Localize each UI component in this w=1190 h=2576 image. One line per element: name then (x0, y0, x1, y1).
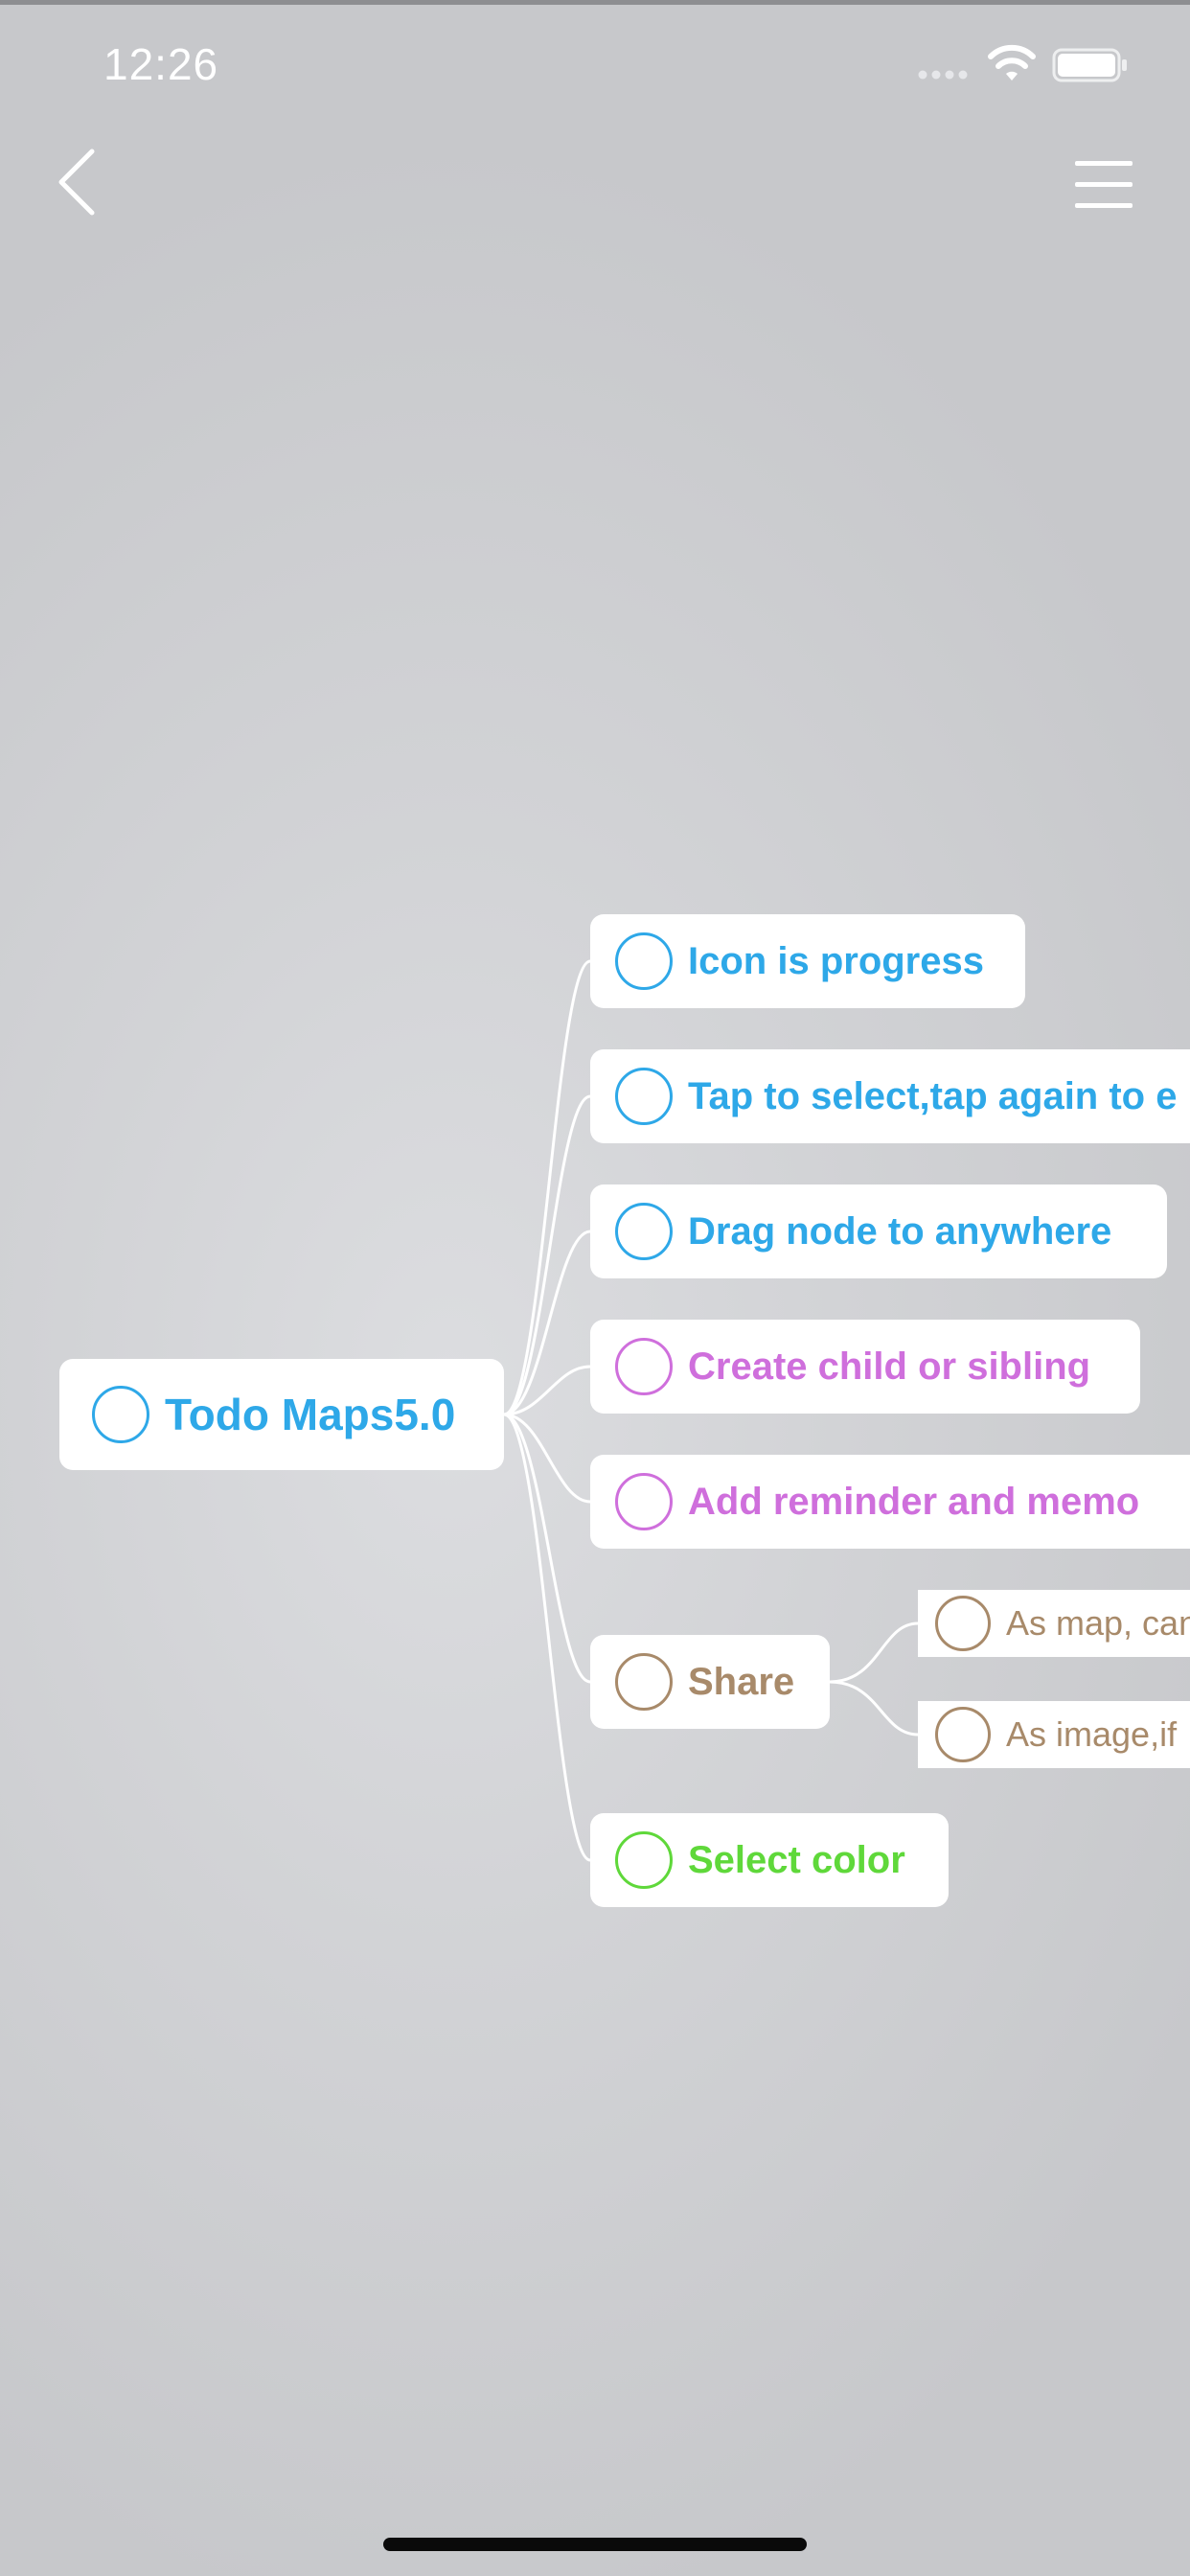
connector-branch-5 (503, 1413, 591, 1504)
progress-ring-icon (615, 1203, 673, 1260)
node-label: Share (688, 1660, 795, 1703)
branch-node-icon-progress[interactable]: Icon is progress (590, 914, 1025, 1008)
connector-branch-1 (503, 959, 591, 1416)
node-label: Select color (688, 1838, 905, 1881)
hamburger-menu-icon (1075, 161, 1133, 208)
branch-node-create-child[interactable]: Create child or sibling (590, 1320, 1140, 1414)
share-child-node-as-map[interactable]: As map, can (918, 1590, 1190, 1657)
progress-ring-icon (935, 1707, 991, 1762)
progress-ring-icon (92, 1386, 149, 1443)
branch-node-select-color[interactable]: Select color (590, 1813, 949, 1907)
progress-ring-icon (935, 1596, 991, 1651)
progress-ring-icon (615, 1068, 673, 1125)
node-label: As map, can (1006, 1603, 1190, 1643)
status-bar: 12:26 (0, 0, 1190, 125)
node-label: Todo Maps5.0 (165, 1390, 456, 1439)
connector-branch-7 (503, 1413, 591, 1862)
back-button[interactable] (50, 144, 107, 220)
connector-share-child-2 (829, 1680, 919, 1736)
node-label: As image,if (1006, 1714, 1178, 1754)
node-label: Icon is progress (688, 939, 984, 982)
mindmap-connectors (503, 959, 919, 1862)
node-label: Tap to select,tap again to e (688, 1074, 1178, 1117)
connector-branch-4 (503, 1365, 591, 1416)
branch-node-tap-to-select[interactable]: Tap to select,tap again to e (590, 1049, 1190, 1143)
chevron-left-icon (58, 149, 95, 216)
progress-ring-icon (615, 932, 673, 990)
progress-ring-icon (615, 1653, 673, 1711)
progress-ring-icon (615, 1338, 673, 1395)
status-time: 12:26 (103, 39, 219, 89)
home-indicator[interactable] (383, 2538, 807, 2551)
battery-icon (1052, 48, 1127, 82)
connector-branch-6 (503, 1413, 591, 1684)
share-child-node-as-image[interactable]: As image,if (918, 1701, 1190, 1768)
wifi-icon (988, 44, 1036, 80)
signal-icon (918, 70, 968, 80)
node-label: Create child or sibling (688, 1345, 1091, 1388)
connector-share-child-1 (829, 1622, 919, 1684)
menu-button[interactable] (1065, 153, 1142, 215)
connector-branch-3 (503, 1230, 591, 1416)
branch-node-add-reminder[interactable]: Add reminder and memo (590, 1455, 1190, 1549)
progress-ring-icon (615, 1473, 673, 1530)
root-node[interactable]: Todo Maps5.0 (59, 1359, 504, 1470)
progress-ring-icon (615, 1831, 673, 1889)
branch-node-share[interactable]: Share (590, 1635, 830, 1729)
node-label: Add reminder and memo (688, 1480, 1140, 1523)
node-label: Drag node to anywhere (688, 1209, 1112, 1253)
branch-node-drag-node[interactable]: Drag node to anywhere (590, 1184, 1167, 1278)
connector-branch-2 (503, 1094, 591, 1416)
